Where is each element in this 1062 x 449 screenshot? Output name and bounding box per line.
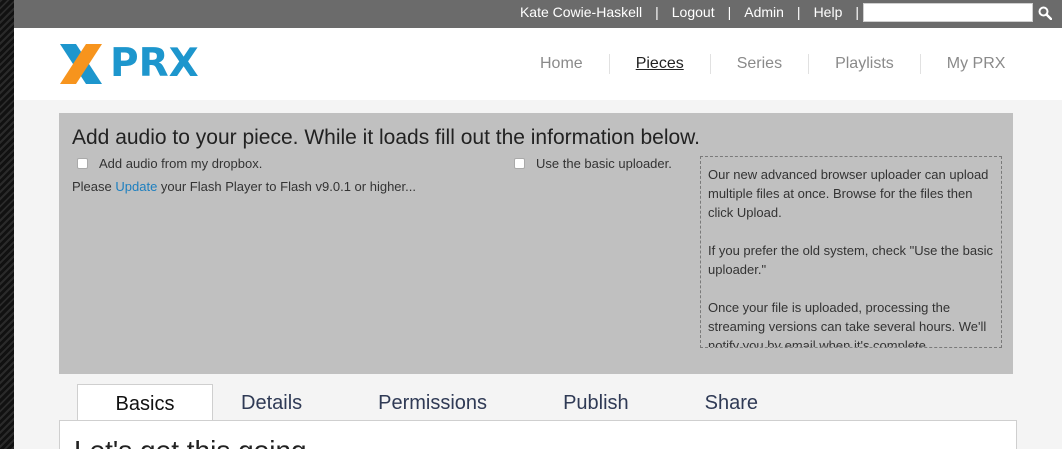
help-link[interactable]: Help	[814, 4, 843, 20]
flash-notice: Please Update your Flash Player to Flash…	[72, 179, 416, 194]
search-button[interactable]	[1035, 3, 1055, 22]
separator: |	[727, 4, 732, 20]
flash-notice-prefix: Please	[72, 179, 116, 194]
main-nav: Home Pieces Series Playlists My PRX	[514, 52, 1031, 76]
utility-links: Kate Cowie-Haskell | Logout | Admin | He…	[520, 0, 872, 24]
nav-series[interactable]: Series	[709, 54, 808, 74]
nav-playlists[interactable]: Playlists	[808, 54, 920, 74]
audio-upload-panel: Add audio to your piece. While it loads …	[59, 113, 1013, 374]
prx-x-icon	[60, 44, 102, 84]
nav-home[interactable]: Home	[514, 54, 609, 74]
logo-wordmark: PRX	[110, 41, 199, 86]
dropbox-label: Add audio from my dropbox.	[99, 156, 263, 171]
tab-share[interactable]: Share	[705, 384, 758, 422]
dropbox-option[interactable]: Add audio from my dropbox.	[77, 156, 262, 171]
basic-uploader-label: Use the basic uploader.	[536, 156, 672, 171]
site-header: PRX Home Pieces Series Playlists My PRX	[14, 28, 1062, 100]
separator: |	[796, 4, 801, 20]
logout-link[interactable]: Logout	[672, 4, 715, 20]
nav-pieces[interactable]: Pieces	[608, 54, 710, 74]
nav-my-prx[interactable]: My PRX	[919, 54, 1032, 74]
separator: |	[855, 4, 859, 20]
tab-details[interactable]: Details	[241, 384, 302, 422]
help-paragraph: Once your file is uploaded, processing t…	[708, 300, 987, 348]
top-utility-bar: Kate Cowie-Haskell | Logout | Admin | He…	[14, 0, 1062, 28]
tab-publish[interactable]: Publish	[563, 384, 629, 422]
separator: |	[655, 4, 659, 20]
search-icon	[1038, 6, 1052, 20]
help-paragraph: Our new advanced browser uploader can up…	[708, 167, 989, 220]
piece-tabs: Basics Details Permissions Publish Share	[77, 384, 758, 422]
flash-notice-suffix: your Flash Player to Flash v9.0.1 or hig…	[157, 179, 416, 194]
upload-title: Add audio to your piece. While it loads …	[72, 126, 701, 149]
tab-content: Let's get this going	[59, 420, 1017, 449]
dropbox-checkbox[interactable]	[77, 158, 88, 169]
uploader-help-box: Our new advanced browser uploader can up…	[700, 156, 1002, 348]
tab-permissions[interactable]: Permissions	[378, 384, 487, 422]
search-input[interactable]	[863, 3, 1033, 22]
basic-uploader-option[interactable]: Use the basic uploader.	[514, 156, 672, 171]
user-name-link[interactable]: Kate Cowie-Haskell	[520, 4, 642, 20]
content-heading: Let's get this going	[74, 435, 307, 449]
help-paragraph: If you prefer the old system, check "Use…	[708, 243, 993, 277]
prx-logo[interactable]: PRX	[58, 41, 199, 86]
admin-link[interactable]: Admin	[744, 4, 784, 20]
basic-uploader-checkbox[interactable]	[514, 158, 525, 169]
update-flash-link[interactable]: Update	[115, 179, 157, 194]
tab-basics[interactable]: Basics	[77, 384, 213, 422]
page: Kate Cowie-Haskell | Logout | Admin | He…	[14, 0, 1062, 449]
